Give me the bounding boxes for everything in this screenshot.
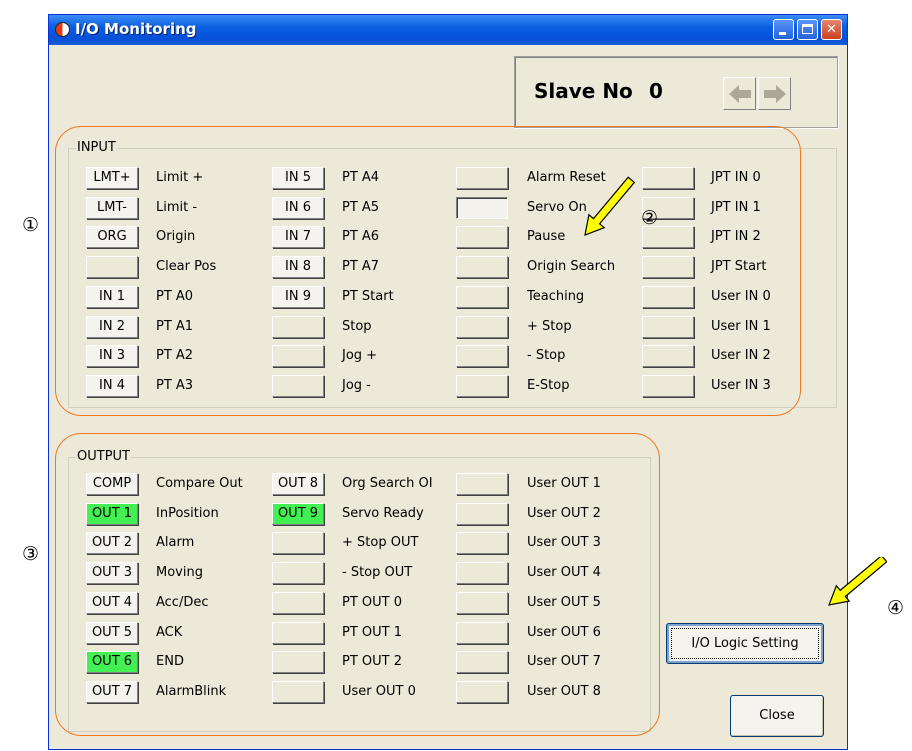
maximize-button[interactable]: [797, 19, 818, 40]
minimize-icon: [779, 32, 786, 35]
input-highlight-outline: [55, 126, 801, 416]
minimize-button[interactable]: [773, 19, 794, 40]
callout-4: ④: [887, 597, 905, 619]
title-bar[interactable]: I/O Monitoring ✕: [49, 15, 847, 45]
close-window-button[interactable]: ✕: [821, 19, 842, 40]
io-logic-setting-button[interactable]: I/O Logic Setting: [666, 623, 824, 664]
slave-next-button[interactable]: [758, 77, 791, 110]
maximize-icon: [802, 24, 813, 34]
window-title: I/O Monitoring: [75, 20, 197, 38]
arrow-right-icon: [764, 85, 786, 103]
pointer-arrow-icon: [828, 557, 887, 606]
slave-value: 0: [649, 79, 663, 103]
close-button[interactable]: Close: [730, 695, 824, 737]
callout-3: ③: [22, 543, 40, 565]
pointer-arrow-icon: [584, 176, 636, 236]
focus-rect: [671, 628, 819, 659]
slave-prev-button[interactable]: [723, 77, 756, 110]
callout-2: ②: [641, 207, 659, 229]
callout-1: ①: [22, 214, 40, 236]
slave-label: Slave No: [534, 79, 633, 103]
close-label: Close: [759, 708, 795, 723]
arrow-left-icon: [729, 85, 751, 103]
output-highlight-outline: [55, 433, 660, 736]
slave-panel: Slave No 0: [514, 56, 838, 128]
close-icon: ✕: [826, 22, 837, 37]
io-monitor-icon: [55, 22, 70, 37]
